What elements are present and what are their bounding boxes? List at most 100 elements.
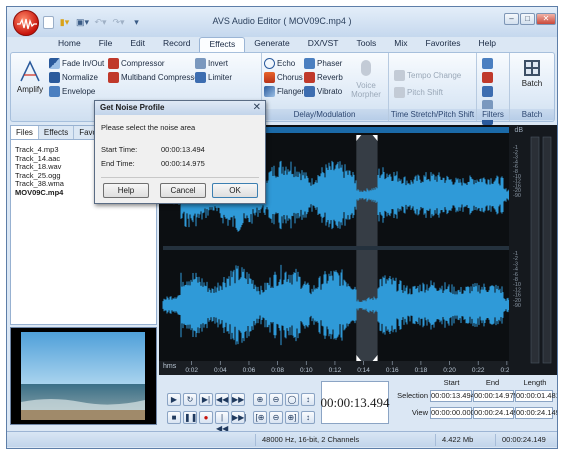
tab-effects[interactable]: Effects — [39, 126, 75, 139]
level-meter-right — [542, 136, 552, 364]
filter-1-icon[interactable] — [482, 58, 493, 69]
go-to-start-button[interactable]: |◀◀ — [215, 411, 229, 433]
compressor-icon — [108, 57, 119, 69]
dialog-divider — [101, 177, 259, 178]
filter-3-icon[interactable] — [482, 86, 493, 97]
zoom-out-icon[interactable]: ⊖ — [269, 393, 283, 406]
db-tick-label: -90 — [513, 193, 521, 199]
menu-tools[interactable]: Tools — [347, 37, 385, 52]
zoom-full-icon[interactable]: ⊕] — [285, 411, 299, 424]
menu-record[interactable]: Record — [154, 37, 199, 52]
batch-button[interactable]: Batch — [514, 59, 550, 88]
cancel-button[interactable]: Cancel — [160, 183, 206, 198]
delay-modulation-group: Delay/Modulation — [261, 53, 389, 121]
zoom-vertical-in-icon[interactable]: ↕ — [301, 393, 315, 406]
stop-button[interactable]: ■ — [167, 411, 181, 424]
timeline-tick-label: 0:04 — [214, 367, 227, 374]
timeline-tick-label: 0:12 — [329, 367, 342, 374]
effects-ribbon: Amplify Fade In/Out Normalize Envelope C… — [10, 52, 555, 139]
view-label: View — [411, 408, 428, 417]
limiter-button[interactable]: Limiter — [195, 70, 232, 84]
channel-separator — [163, 246, 509, 250]
menu-mix[interactable]: Mix — [385, 37, 416, 52]
loop-button[interactable]: ↻ — [183, 393, 197, 406]
maximize-button[interactable]: □ — [520, 13, 535, 25]
filter-2-icon[interactable] — [482, 72, 493, 83]
menu-favorites[interactable]: Favorites — [417, 37, 470, 52]
timeline-tick-label: 0:16 — [386, 367, 399, 374]
delay-modulation-group-label: Delay/Modulation — [261, 109, 388, 120]
ribbon-col-compress: Compressor Multiband Compressor — [108, 56, 201, 84]
amplify-button[interactable]: Amplify — [15, 59, 45, 94]
zoom-reset-icon[interactable]: ⊖ — [269, 411, 283, 424]
video-frame — [11, 328, 156, 424]
fade-in-out-button[interactable]: Fade In/Out — [49, 56, 104, 70]
zoom-row-1: ⊕ ⊖ ◯ ↕ — [253, 393, 315, 406]
go-to-end-button[interactable]: ▶▶| — [231, 411, 246, 424]
status-bar: 48000 Hz, 16-bit, 2 Channels 4.422 Mb 00… — [7, 431, 557, 447]
time-stretch-group: Time Stretch/Pitch Shift — [389, 53, 477, 121]
ribbon-col-fades: Fade In/Out Normalize Envelope — [49, 56, 104, 98]
batch-group: Batch Batch — [510, 53, 554, 121]
dialog-close-icon[interactable]: ✕ — [253, 102, 261, 113]
invert-button[interactable]: Invert — [195, 56, 232, 70]
selection-end-field[interactable]: 00:00:14.975 — [473, 390, 518, 402]
transport-row-2: ■ ❚❚ ● |◀◀ ▶▶| — [167, 411, 246, 433]
dialog-prompt: Please select the noise area — [101, 123, 196, 132]
compressor-button[interactable]: Compressor — [108, 56, 201, 70]
record-button[interactable]: ● — [199, 411, 213, 424]
ok-button[interactable]: OK — [212, 183, 258, 198]
menu-help[interactable]: Help — [469, 37, 504, 52]
pause-button[interactable]: ❚❚ — [183, 411, 197, 424]
dialog-title: Get Noise Profile — [95, 101, 265, 115]
time-unit-label: hms — [163, 363, 177, 370]
tab-files[interactable]: Files — [11, 126, 39, 139]
view-length-field[interactable]: 00:00:24.149 — [515, 407, 557, 419]
current-time-display: 00:00:13.494 — [321, 381, 390, 424]
normalize-button[interactable]: Normalize — [49, 70, 104, 84]
zoom-vertical-out-icon[interactable]: ↕ — [301, 411, 315, 424]
file-size-status: 4.422 Mb — [435, 434, 495, 446]
timeline-tick-label: 0:18 — [415, 367, 428, 374]
menu-dx-vst[interactable]: DX/VST — [299, 37, 348, 52]
menu-file[interactable]: File — [90, 37, 122, 52]
end-header: End — [485, 378, 500, 387]
get-noise-profile-dialog: Get Noise Profile ✕ Please select the no… — [94, 100, 266, 204]
timeline-tick-label: 0:08 — [271, 367, 284, 374]
audio-format-status: 48000 Hz, 16-bit, 2 Channels — [255, 434, 435, 446]
selection-start-field[interactable]: 00:00:13.494 — [430, 390, 475, 402]
batch-label: Batch — [521, 79, 543, 88]
zoom-fit-icon[interactable]: [⊕ — [253, 411, 267, 424]
selection-label: Selection — [397, 391, 428, 400]
envelope-button[interactable]: Envelope — [49, 84, 104, 98]
multiband-compressor-button[interactable]: Multiband Compressor — [108, 70, 201, 84]
zoom-selection-icon[interactable]: ◯ — [285, 393, 299, 406]
video-preview — [10, 327, 157, 425]
app-window: ​ ▮▾ ▣▾ ↶▾ ↷▾ ▾ AVS Audio Editor ( MOV09… — [6, 6, 558, 449]
menu-edit[interactable]: Edit — [121, 37, 154, 52]
play-button[interactable]: ▶ — [167, 393, 181, 406]
window-title: AVS Audio Editor ( MOV09C.mp4 ) — [212, 16, 352, 26]
close-button[interactable]: ✕ — [536, 13, 556, 25]
end-time-value: 00:00:14.975 — [161, 159, 205, 168]
start-time-label: Start Time: — [101, 145, 138, 154]
help-button[interactable]: Help — [103, 183, 149, 198]
menu-bar: Home File Edit Record Effects Generate D… — [7, 37, 557, 52]
minimize-button[interactable]: – — [504, 13, 519, 25]
time-stretch-group-label: Time Stretch/Pitch Shift — [389, 109, 476, 120]
zoom-in-icon[interactable]: ⊕ — [253, 393, 267, 406]
start-header: Start — [443, 378, 460, 387]
normalize-icon — [49, 71, 60, 83]
menu-home[interactable]: Home — [49, 37, 90, 52]
menu-generate[interactable]: Generate — [245, 37, 298, 52]
rewind-button[interactable]: ◀◀ — [215, 393, 229, 406]
view-end-field[interactable]: 00:00:24.149 — [473, 407, 518, 419]
invert-icon — [195, 57, 206, 69]
view-start-field[interactable]: 00:00:00.000 — [430, 407, 475, 419]
limiter-icon — [195, 71, 206, 83]
selection-length-field[interactable]: 00:00:01.481 — [515, 390, 557, 402]
play-to-end-button[interactable]: ▶| — [199, 393, 213, 406]
menu-effects[interactable]: Effects — [199, 37, 246, 52]
end-time-label: End Time: — [101, 159, 135, 168]
fast-forward-button[interactable]: ▶▶ — [231, 393, 245, 406]
